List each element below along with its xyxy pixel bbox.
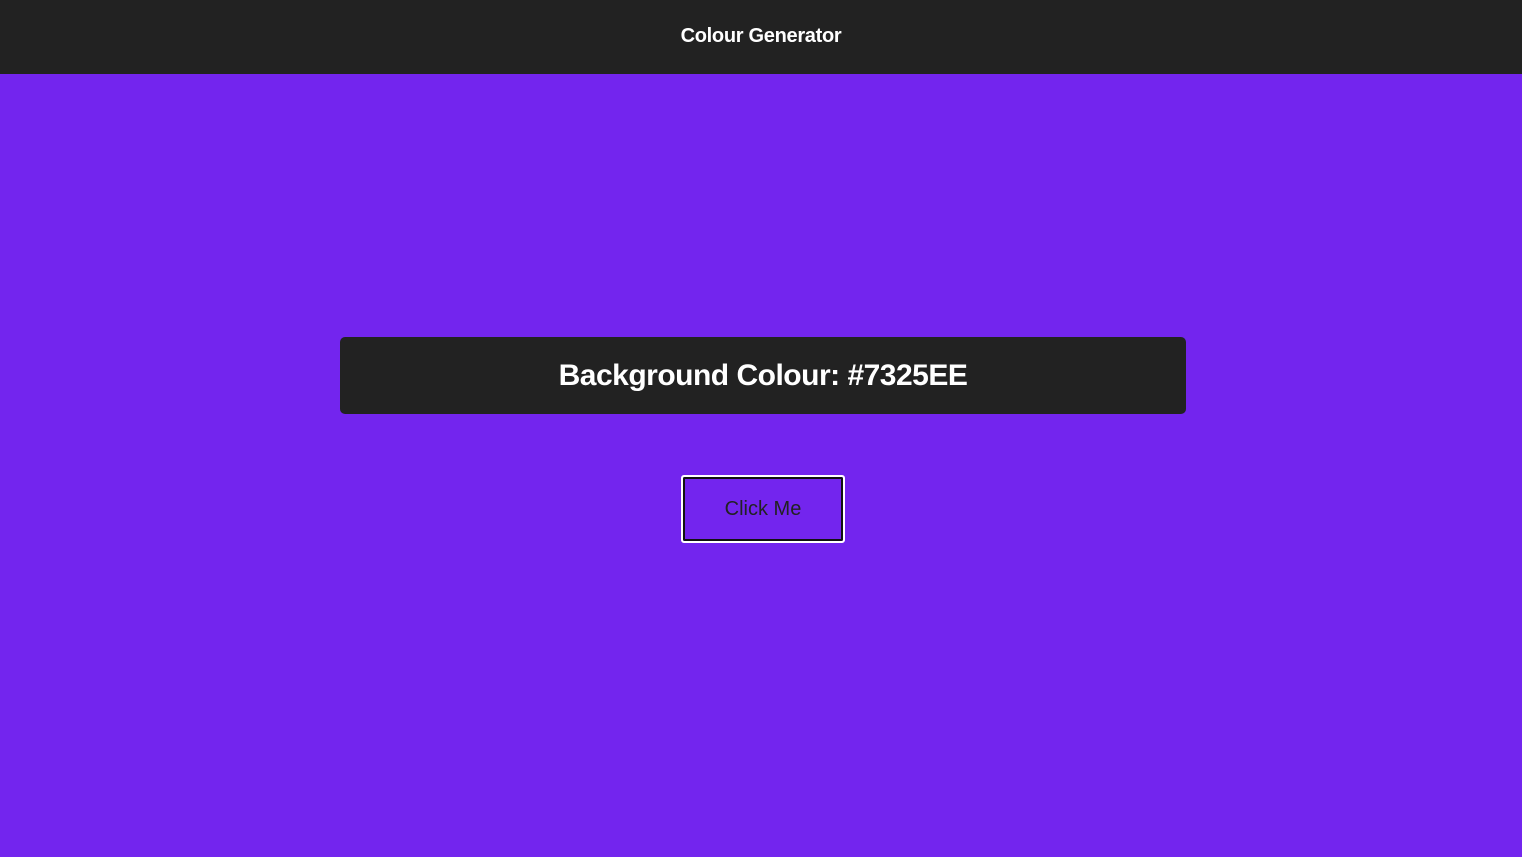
app-header: Colour Generator: [0, 0, 1522, 74]
colour-display-panel: Background Colour: #7325EE: [340, 337, 1186, 414]
colour-canvas: Background Colour: #7325EE Click Me: [0, 74, 1522, 857]
generate-colour-button-label: Click Me: [683, 477, 843, 541]
background-colour-label: Background Colour: #7325EE: [558, 358, 968, 392]
app-title: Colour Generator: [680, 24, 842, 47]
generate-colour-button[interactable]: Click Me: [681, 475, 845, 543]
